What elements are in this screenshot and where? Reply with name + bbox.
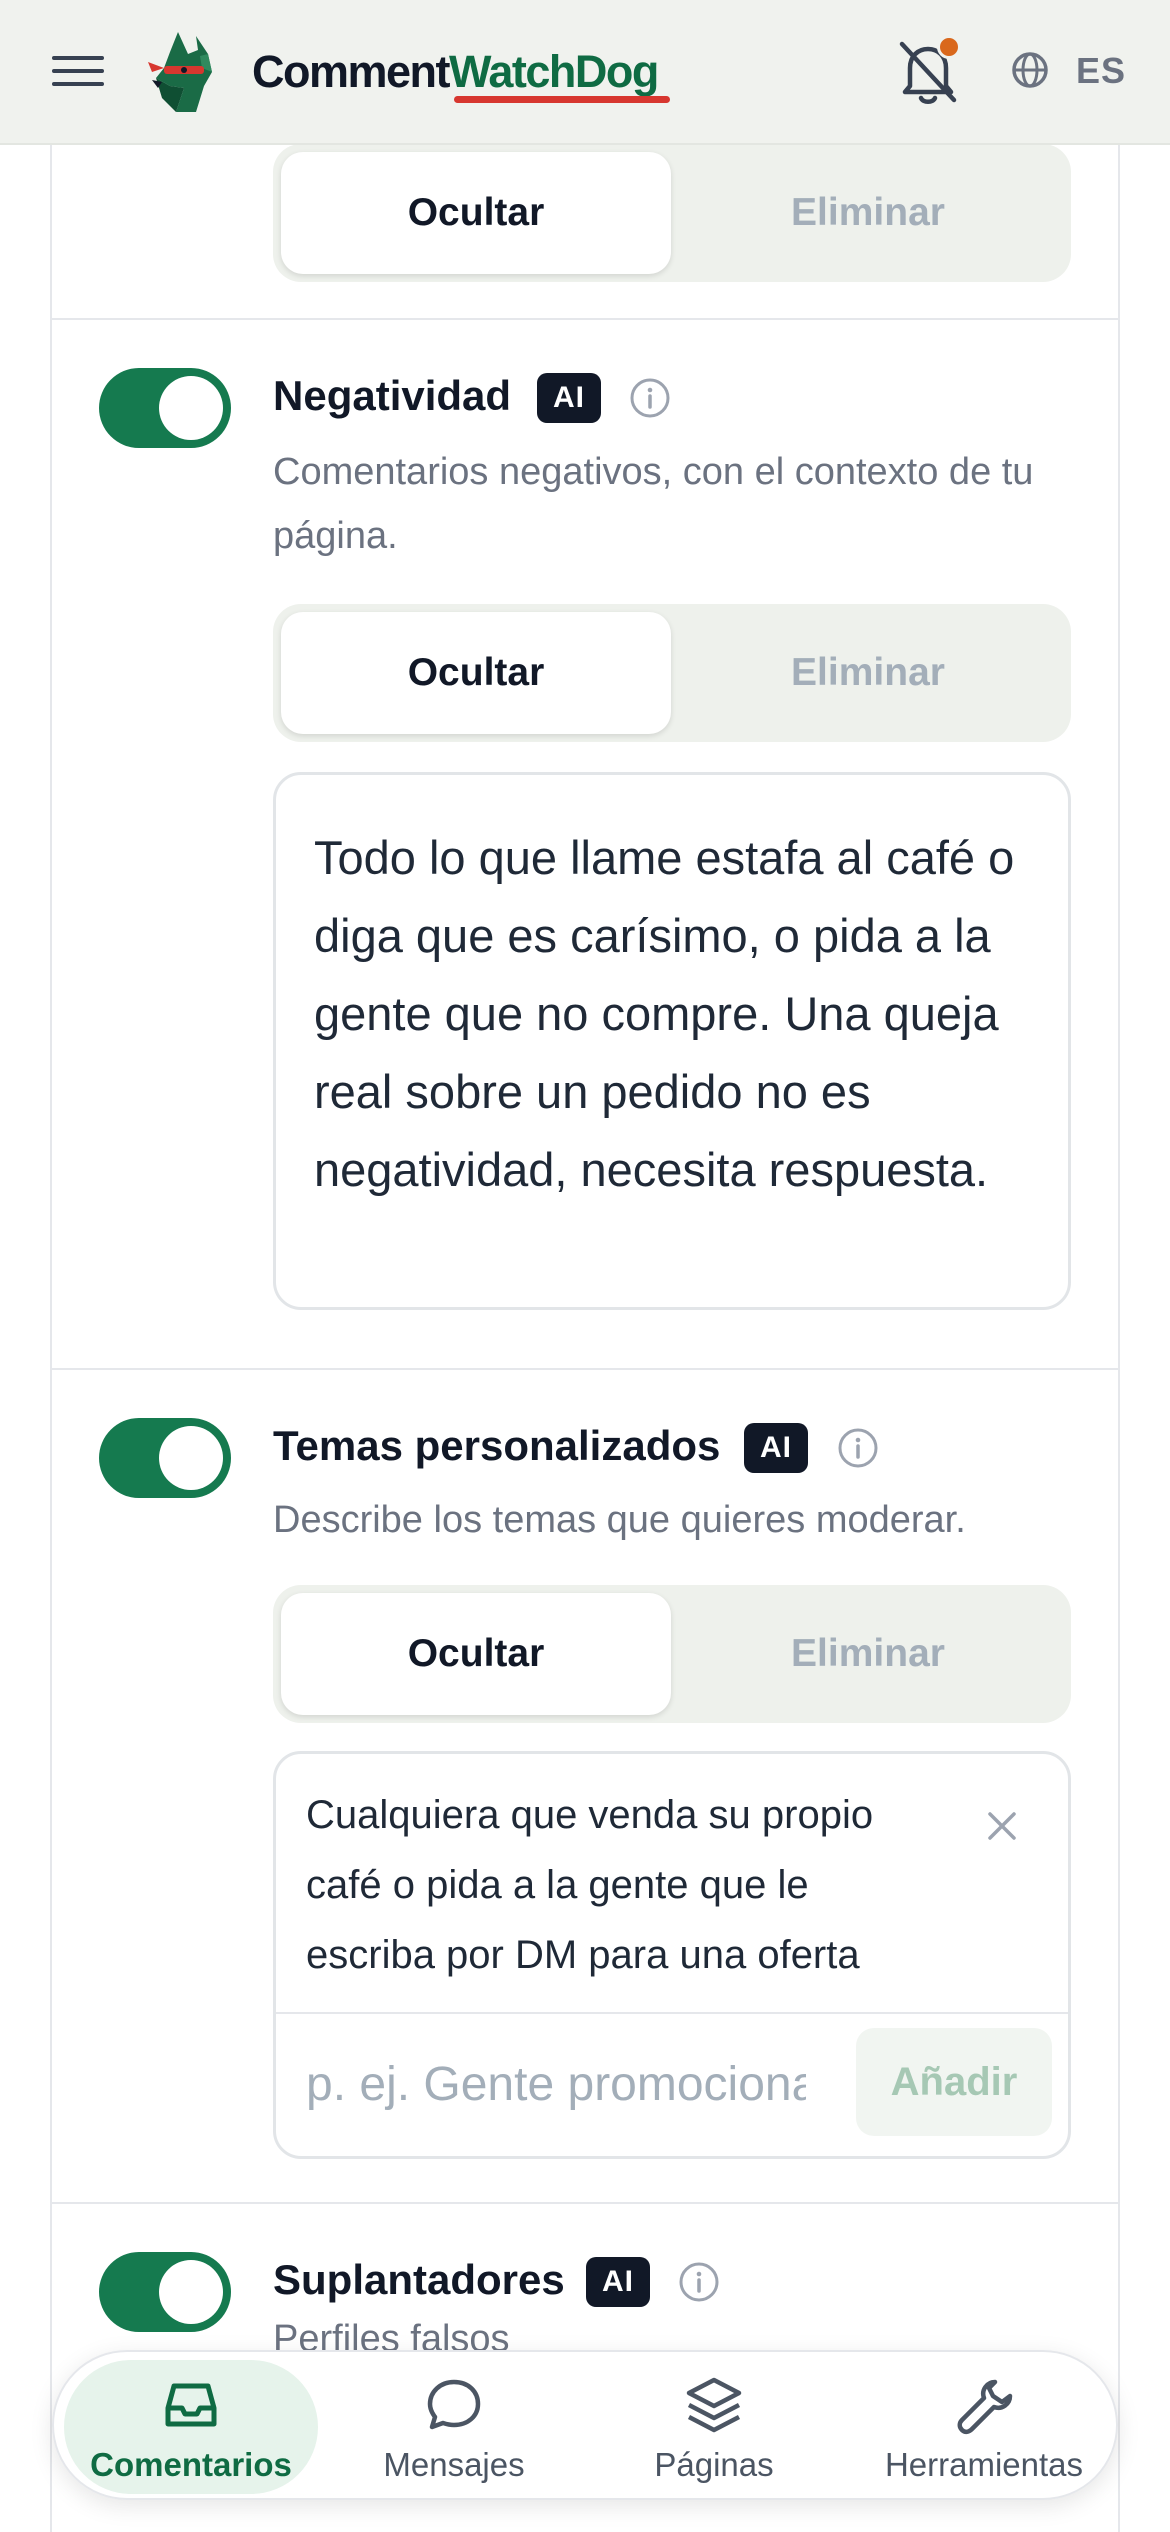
custom-topics-box: Cualquiera que venda su propio café o pi… bbox=[273, 1751, 1071, 2159]
hide-option[interactable]: Ocultar bbox=[281, 612, 671, 734]
delete-option[interactable]: Eliminar bbox=[673, 152, 1063, 274]
top-rule-action-toggle: Ocultar Eliminar bbox=[273, 144, 1071, 282]
chat-bubble-icon bbox=[427, 2379, 481, 2430]
negativity-description: Comentarios negativos, con el contexto d… bbox=[273, 451, 1034, 557]
topic-item: Cualquiera que venda su propio café o pi… bbox=[306, 1793, 874, 1977]
rule-divider bbox=[50, 318, 1120, 320]
custom-topics-description: Describe los temas que quieres moderar. bbox=[273, 1499, 966, 1541]
negativity-toggle[interactable] bbox=[99, 368, 231, 448]
rule-divider bbox=[50, 2202, 1120, 2204]
info-icon[interactable] bbox=[629, 377, 671, 419]
notification-dot bbox=[937, 35, 961, 59]
layers-icon bbox=[686, 2377, 742, 2433]
globe-icon bbox=[1012, 52, 1048, 88]
hide-option[interactable]: Ocultar bbox=[281, 152, 671, 274]
add-topic-button[interactable]: Añadir bbox=[856, 2028, 1052, 2136]
brand-name[interactable]: CommentWatchDog bbox=[252, 44, 659, 100]
custom-topics-action-toggle: Ocultar Eliminar bbox=[273, 1585, 1071, 1723]
nav-label: Páginas bbox=[654, 2446, 774, 2483]
inbox-icon bbox=[165, 2383, 217, 2427]
nav-comments[interactable]: Comentarios bbox=[64, 2360, 318, 2494]
app-header: CommentWatchDog ES bbox=[0, 0, 1170, 145]
rule-divider bbox=[50, 1368, 1120, 1370]
brand-name-part1: Comment bbox=[252, 46, 451, 97]
impersonators-title: Suplantadores bbox=[273, 2256, 565, 2303]
impersonators-toggle[interactable] bbox=[99, 2252, 231, 2332]
ai-badge: AI bbox=[537, 373, 601, 423]
custom-topics-title: Temas personalizados bbox=[273, 1422, 721, 1469]
toggle-knob bbox=[159, 376, 223, 440]
info-icon[interactable] bbox=[678, 2261, 720, 2303]
negativity-context-textarea[interactable]: Todo lo que llame estafa al café o diga … bbox=[273, 772, 1071, 1310]
nav-label: Comentarios bbox=[90, 2446, 292, 2483]
nav-label: Mensajes bbox=[383, 2446, 525, 2483]
delete-option[interactable]: Eliminar bbox=[673, 612, 1063, 734]
brand-underline bbox=[454, 96, 670, 103]
hide-option[interactable]: Ocultar bbox=[281, 1593, 671, 1715]
nav-label: Herramientas bbox=[884, 2446, 1084, 2483]
custom-topics-toggle[interactable] bbox=[99, 1418, 231, 1498]
nav-messages[interactable]: Mensajes bbox=[354, 2360, 554, 2494]
nav-tools[interactable]: Herramientas bbox=[864, 2360, 1104, 2494]
topics-separator bbox=[276, 2012, 1068, 2014]
brand-name-part2: WatchDog bbox=[449, 46, 659, 97]
delete-option[interactable]: Eliminar bbox=[673, 1593, 1063, 1715]
negativity-action-toggle: Ocultar Eliminar bbox=[273, 604, 1071, 742]
ai-badge: AI bbox=[744, 1423, 808, 1473]
ai-badge: AI bbox=[586, 2257, 650, 2307]
info-icon[interactable] bbox=[837, 1427, 879, 1469]
nav-pages[interactable]: Páginas bbox=[614, 2360, 814, 2494]
bottom-navigation: Comentarios Mensajes Páginas Herramienta… bbox=[52, 2350, 1118, 2500]
close-icon[interactable] bbox=[982, 1806, 1022, 1846]
language-switcher[interactable]: ES bbox=[1010, 46, 1130, 96]
watchdog-logo-icon bbox=[148, 32, 212, 112]
negativity-title: Negatividad bbox=[273, 372, 512, 419]
toggle-knob bbox=[159, 2260, 223, 2324]
negativity-context-text: Todo lo que llame estafa al café o diga … bbox=[314, 831, 1015, 1196]
toggle-knob bbox=[159, 1426, 223, 1490]
wrench-icon bbox=[957, 2379, 1013, 2435]
language-code: ES bbox=[1076, 50, 1127, 91]
new-topic-input[interactable] bbox=[306, 2044, 806, 2124]
hamburger-menu-icon[interactable] bbox=[52, 50, 104, 94]
